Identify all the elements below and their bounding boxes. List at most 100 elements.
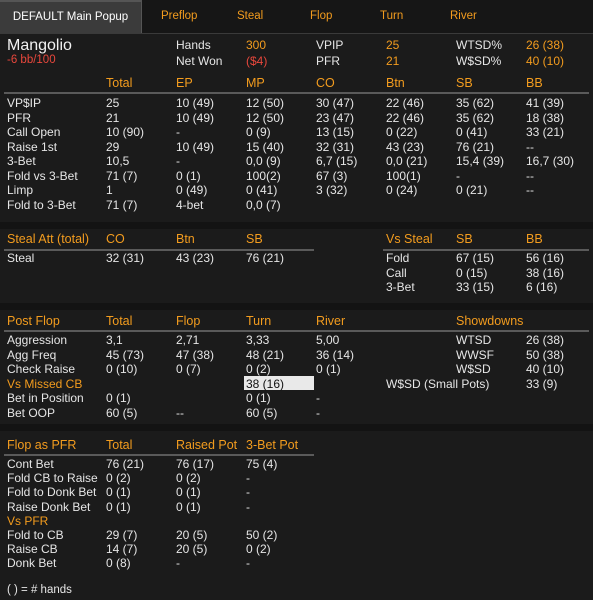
postflop-cell: 0 (7) [176, 362, 201, 376]
preflop-cell: 13 (15) [316, 125, 355, 139]
postflop-cell: - [316, 405, 320, 420]
preflop-cell: 0 (9) [246, 125, 271, 139]
summary-hands-label: Hands [176, 38, 211, 52]
vs-steal-col-bb: BB [526, 232, 543, 246]
vs-pfr-row-label: Donk Bet [7, 556, 57, 571]
vs-steal-title: Vs Steal [386, 232, 433, 246]
summary-wsd-label: W$SD% [456, 54, 502, 68]
preflop-cell: 0,0 (9) [246, 154, 281, 168]
showdown-label: WTSD [456, 333, 492, 347]
preflop-col-header: BB [526, 76, 543, 90]
vs-steal-cell: 33 (15) [456, 280, 495, 294]
vs-steal-row-label: 3-Bet [386, 280, 415, 294]
preflop-cell: -- [526, 168, 534, 183]
preflop-cell: 0 (1) [176, 168, 201, 183]
vs-steal-cell: 6 (16) [526, 280, 558, 294]
tab-default-main-popup[interactable]: DEFAULT Main Popup [0, 0, 142, 33]
preflop-cell: 33 (21) [526, 125, 565, 139]
pfr-col-total: Total [106, 438, 133, 452]
postflop-cell: -- [176, 405, 184, 420]
preflop-cell: 23 (47) [316, 110, 355, 125]
pfr-col-3bet-pot: 3-Bet Pot [246, 438, 299, 452]
preflop-cell: 100(2) [246, 168, 281, 183]
preflop-cell: 10 (90) [106, 125, 145, 139]
postflop-row-label: Aggression [7, 333, 68, 347]
pfr-row-label: Cont Bet [7, 457, 54, 471]
showdown-value: 50 (38) [526, 347, 565, 362]
postflop-divider [4, 330, 384, 332]
preflop-cell: 0 (21) [456, 183, 488, 197]
showdown-value: 40 (10) [526, 362, 565, 376]
pfr-cell: 76 (17) [176, 457, 215, 471]
tab-preflop[interactable]: Preflop [161, 0, 197, 33]
preflop-cell: 22 (46) [386, 110, 425, 125]
showdown-label: WWSF [456, 347, 494, 362]
summary-netwon-value: ($4) [246, 54, 268, 68]
pfr-row-label: Fold to Donk Bet [7, 485, 97, 500]
preflop-cell: 6,7 (15) [316, 154, 358, 168]
preflop-col-header: CO [316, 76, 335, 90]
vs-pfr-cell: 29 (7) [106, 528, 138, 542]
preflop-row-label: 3-Bet [7, 154, 36, 168]
pfr-cell: 0 (2) [106, 471, 131, 486]
vs-steal-row-label: Fold [386, 251, 410, 265]
postflop-row-label: Bet OOP [7, 405, 56, 420]
preflop-cell: 0,0 (21) [386, 154, 428, 168]
postflop-cell: 0 (1) [246, 391, 271, 405]
steal-btn-value: 43 (23) [176, 251, 215, 265]
preflop-row-label: Raise 1st [7, 139, 58, 154]
postflop-cell: 60 (5) [246, 405, 278, 420]
preflop-cell: 4-bet [176, 197, 204, 212]
showdown-value: 26 (38) [526, 333, 565, 347]
postflop-title: Post Flop [7, 314, 60, 328]
vs-pfr-row-label: Fold to CB [7, 528, 64, 542]
preflop-cell: -- [526, 139, 534, 154]
pfr-cell: - [246, 485, 250, 500]
showdowns-divider [383, 330, 589, 332]
postflop-row-label: Agg Freq [7, 347, 57, 362]
showdown-label: W$SD (Small Pots) [386, 376, 490, 391]
preflop-cell: 76 (21) [456, 139, 495, 154]
steal-co-value: 32 (31) [106, 251, 145, 265]
steal-col-co: CO [106, 232, 125, 246]
player-name: Mangolio [7, 37, 72, 54]
preflop-cell: 67 (3) [316, 168, 348, 183]
tab-steal[interactable]: Steal [237, 0, 263, 33]
postflop-cell: 5,00 [316, 333, 340, 347]
preflop-row-label: Limp [7, 183, 34, 197]
preflop-cell: 35 (62) [456, 110, 495, 125]
tab-turn[interactable]: Turn [380, 0, 403, 33]
preflop-cell: 100(1) [386, 168, 421, 183]
vs-pfr-row-label: Raise CB [7, 542, 58, 557]
preflop-cell: - [176, 154, 180, 168]
preflop-cell: - [456, 168, 460, 183]
postflop-cell: 0 (10) [106, 362, 138, 376]
preflop-col-header: Total [106, 76, 133, 90]
vs-pfr-cell: 20 (5) [176, 542, 208, 557]
preflop-cell: 71 (7) [106, 168, 138, 183]
preflop-row-label: Call Open [7, 125, 61, 139]
pfr-divider [4, 454, 314, 456]
tab-flop[interactable]: Flop [310, 0, 332, 33]
summary-netwon-label: Net Won [176, 54, 223, 68]
preflop-cell: 32 (31) [316, 139, 355, 154]
preflop-cell: 25 [106, 96, 120, 110]
preflop-cell: 21 [106, 110, 120, 125]
section-separator [0, 222, 593, 229]
preflop-row-label: Fold to 3-Bet [7, 197, 76, 212]
steal-col-sb: SB [246, 232, 263, 246]
vs-pfr-title: Vs PFR [7, 513, 49, 528]
vs-pfr-cell: 20 (5) [176, 528, 208, 542]
postflop-cell: 0 (1) [316, 362, 341, 376]
showdown-value: 33 (9) [526, 376, 558, 391]
postflop-col-flop: Flop [176, 314, 201, 328]
pfr-title: Flop as PFR [7, 438, 77, 452]
preflop-cell: 22 (46) [386, 96, 425, 110]
summary-wtsd-value: 26 (38) [526, 38, 565, 52]
steal-col-btn: Btn [176, 232, 195, 246]
postflop-cell: 3,1 [106, 333, 123, 347]
vs-pfr-cell: 0 (8) [106, 556, 131, 571]
tab-river[interactable]: River [450, 0, 477, 33]
postflop-cell: 0 (2) [246, 362, 271, 376]
preflop-cell: 10,5 [106, 154, 130, 168]
